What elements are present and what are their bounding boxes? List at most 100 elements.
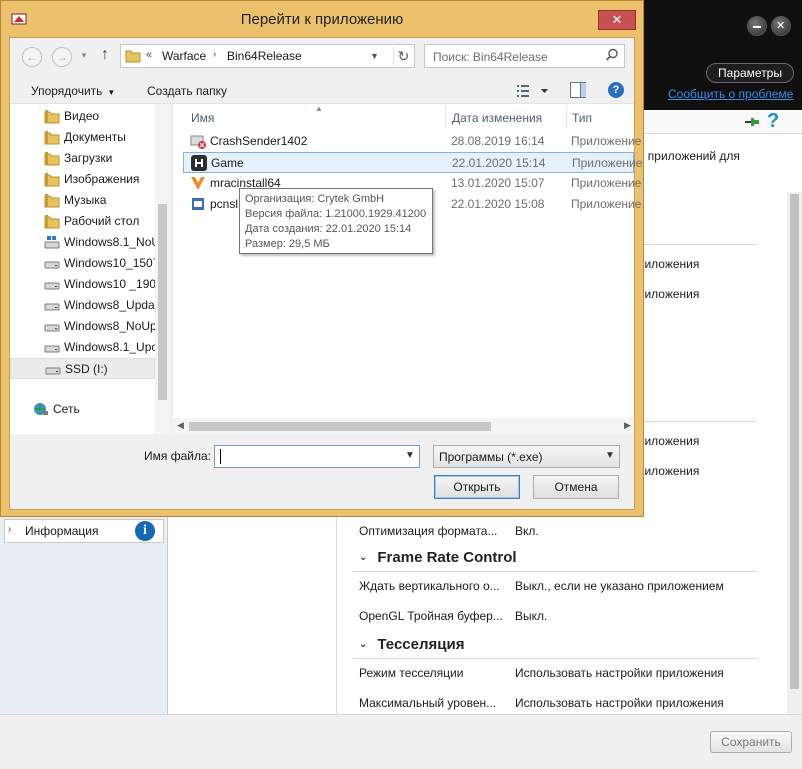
- scroll-left-arrow[interactable]: ◀: [177, 420, 184, 431]
- up-folder-button[interactable]: ↑: [101, 46, 109, 64]
- parameters-button[interactable]: Параметры: [706, 63, 794, 83]
- file-type: Приложение: [571, 134, 642, 148]
- section-frame-rate-control[interactable]: ⌄ Frame Rate Control: [359, 549, 517, 566]
- setting-value[interactable]: Выкл., если не указано приложением: [515, 579, 724, 593]
- dialog-titlebar[interactable]: Перейти к приложению ✕: [1, 1, 643, 37]
- setting-label: Режим тесселяции: [359, 666, 464, 680]
- sidebar-item-label: Windows8.1_Upc: [64, 340, 155, 354]
- breadcrumb-separator[interactable]: ›: [213, 49, 216, 60]
- sidebar-item-information[interactable]: › Информация i: [4, 519, 164, 543]
- column-type[interactable]: Тип: [572, 111, 592, 125]
- preview-pane-icon[interactable]: [570, 82, 586, 98]
- column-date-modified[interactable]: Дата изменения: [452, 111, 542, 125]
- settings-scrollbar[interactable]: [787, 192, 802, 714]
- sidebar-item-label: Видео: [64, 109, 100, 123]
- breadcrumb-warface[interactable]: Warface: [162, 49, 206, 63]
- file-type: Приложение: [572, 156, 643, 170]
- sidebar-item[interactable]: Windows8_NoUp: [10, 316, 155, 337]
- recent-locations-dropdown[interactable]: ▼: [80, 51, 88, 60]
- drive-icon: [44, 345, 60, 353]
- minimize-button[interactable]: [747, 16, 767, 36]
- sidebar-item-label: SSD (I:): [65, 362, 108, 376]
- sidebar-item[interactable]: Видео: [10, 106, 155, 127]
- report-problem-link[interactable]: Сообщить о проблеме: [668, 87, 793, 101]
- open-button[interactable]: Открыть: [434, 475, 520, 499]
- scroll-right-arrow[interactable]: ▶: [624, 420, 631, 431]
- sidebar-item[interactable]: Изображения: [10, 169, 155, 190]
- filename-input[interactable]: ▼: [214, 445, 420, 468]
- file-date: 22.01.2020 15:08: [451, 197, 545, 211]
- sidebar-item[interactable]: Документы: [10, 127, 155, 148]
- save-button[interactable]: Сохранить: [710, 731, 792, 753]
- breadcrumb-bin64release[interactable]: Bin64Release: [227, 49, 302, 63]
- scrollbar-thumb[interactable]: [790, 194, 799, 689]
- file-row[interactable]: Game 22.01.2020 15:14 Приложение: [183, 152, 642, 173]
- filetype-value: Программы (*.exe): [439, 450, 543, 464]
- help-icon[interactable]: ?: [608, 82, 624, 98]
- drive-icon: [44, 282, 60, 290]
- refresh-icon[interactable]: ↻: [393, 47, 413, 65]
- file-date: 28.08.2019 16:14: [451, 134, 545, 148]
- text-caret: [220, 449, 221, 464]
- search-icon[interactable]: [605, 48, 619, 62]
- column-header-row: ▲ Имя Дата изменения Тип: [173, 104, 634, 128]
- tooltip-version: Версия файла: 1.21000.1929.41200: [245, 208, 427, 220]
- column-name[interactable]: Имя: [191, 111, 214, 125]
- breadcrumb-overflow[interactable]: «: [146, 49, 152, 61]
- sort-ascending-icon: ▲: [315, 104, 323, 113]
- new-folder-button[interactable]: Создать папку: [147, 84, 227, 98]
- file-type: Приложение: [571, 197, 642, 211]
- chevron-down-icon[interactable]: ▼: [370, 51, 379, 61]
- setting-value[interactable]: Использовать настройки приложения: [515, 696, 724, 710]
- sidebar-item[interactable]: Музыка: [10, 190, 155, 211]
- sidebar-item-label: Загрузки: [64, 151, 113, 165]
- setting-value[interactable]: Вкл.: [515, 524, 539, 538]
- search-box[interactable]: Поиск: Bin64Release: [424, 44, 625, 68]
- sidebar-item[interactable]: Windows8_Upda: [10, 295, 155, 316]
- scrollbar-thumb[interactable]: [158, 204, 167, 400]
- organize-menu[interactable]: Упорядочить ▼: [31, 84, 115, 98]
- file-name: Game: [211, 156, 244, 170]
- column-divider[interactable]: [566, 106, 567, 128]
- close-button[interactable]: [771, 16, 791, 36]
- sidebar-item-label: Windows10 _1903: [64, 277, 155, 291]
- back-button[interactable]: ←: [22, 47, 42, 67]
- setting-value[interactable]: Использовать настройки приложения: [515, 666, 724, 680]
- scrollbar-thumb[interactable]: [189, 422, 491, 431]
- navigation-scrollbar[interactable]: [155, 104, 170, 434]
- folder-icon: [44, 131, 60, 145]
- sidebar-item[interactable]: Windows10_1507: [10, 253, 155, 274]
- sidebar-item[interactable]: Рабочий стол: [10, 211, 155, 232]
- sidebar-item[interactable]: Windows8.1_NoU: [10, 232, 155, 253]
- file-row[interactable]: CrashSender1402 28.08.2019 16:14 Приложени…: [183, 131, 641, 152]
- setting-value[interactable]: Выкл.: [515, 609, 547, 623]
- sidebar-item[interactable]: Загрузки: [10, 148, 155, 169]
- sidebar-item-label: Windows10_1507: [64, 256, 155, 270]
- help-icon[interactable]: ?: [767, 110, 779, 133]
- background-toolbar: ?: [640, 110, 802, 134]
- filetype-select[interactable]: Программы (*.exe) ▼: [433, 445, 620, 468]
- chevron-down-icon[interactable]: ▼: [405, 450, 415, 461]
- drive-icon: [44, 303, 60, 311]
- filename-label: Имя файла:: [144, 449, 211, 463]
- sidebar-item-label: Информация: [25, 524, 99, 538]
- sidebar-item[interactable]: Windows10 _1903: [10, 274, 155, 295]
- background-sidebar: › Информация i: [0, 515, 168, 745]
- section-tessellation[interactable]: ⌄ Тесселяция: [359, 636, 464, 653]
- sidebar-item-network[interactable]: Сеть: [10, 399, 155, 420]
- file-list: ▲ Имя Дата изменения Тип CrashSender1402…: [173, 104, 642, 434]
- sidebar-item-label: Сеть: [53, 402, 80, 416]
- forward-button[interactable]: →: [52, 47, 72, 67]
- column-divider[interactable]: [445, 106, 446, 128]
- address-bar[interactable]: « Warface › Bin64Release ▼ ↻: [120, 44, 415, 68]
- pin-icon[interactable]: [744, 115, 760, 129]
- cancel-button[interactable]: Отмена: [533, 475, 619, 499]
- close-button[interactable]: ✕: [598, 10, 636, 30]
- view-options-icon[interactable]: [515, 83, 551, 99]
- horizontal-scrollbar[interactable]: ◀ ▶: [173, 418, 634, 434]
- setting-label: Оптимизация формата...: [359, 524, 498, 538]
- sidebar-item[interactable]: Windows8.1_Upc: [10, 337, 155, 358]
- background-footer: Сохранить: [0, 714, 802, 769]
- sidebar-item-label: Изображения: [64, 172, 140, 186]
- sidebar-item[interactable]: SSD (I:): [10, 358, 155, 379]
